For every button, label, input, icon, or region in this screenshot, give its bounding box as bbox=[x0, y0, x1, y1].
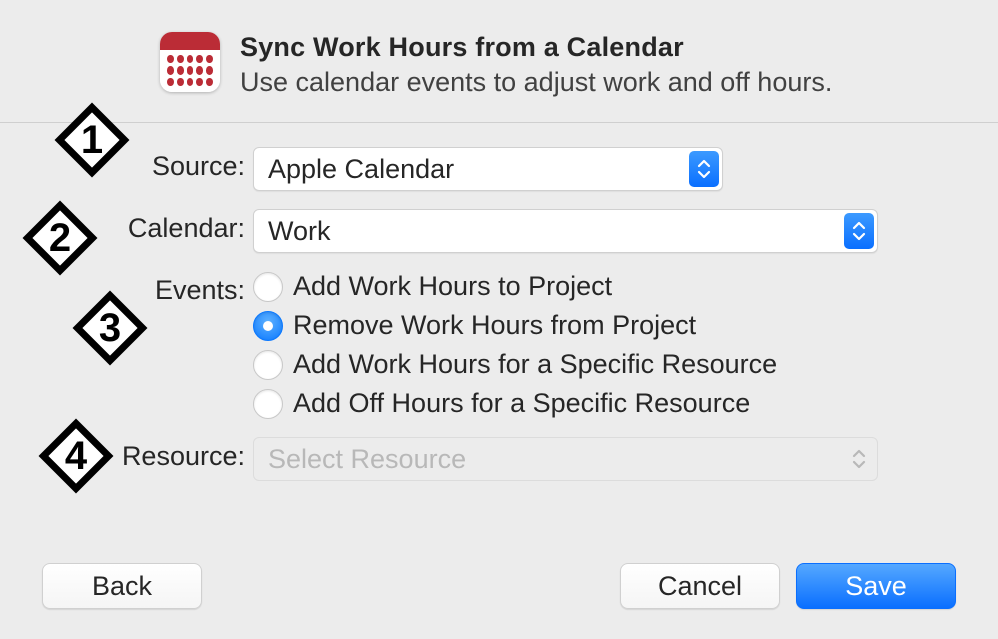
resource-label: Resource: bbox=[0, 437, 253, 472]
events-radio-option[interactable]: Add Off Hours for a Specific Resource bbox=[253, 388, 878, 419]
updown-icon bbox=[844, 213, 874, 249]
back-button-label: Back bbox=[92, 571, 152, 602]
save-button-label: Save bbox=[845, 571, 907, 602]
resource-popup: Select Resource bbox=[253, 437, 878, 481]
back-button[interactable]: Back bbox=[42, 563, 202, 609]
events-radio-option[interactable]: Add Work Hours for a Specific Resource bbox=[253, 349, 878, 380]
events-radio-option[interactable]: Remove Work Hours from Project bbox=[253, 310, 878, 341]
save-button[interactable]: Save bbox=[796, 563, 956, 609]
events-radio-label: Remove Work Hours from Project bbox=[293, 310, 696, 341]
events-radio-group: Add Work Hours to Project Remove Work Hou… bbox=[253, 271, 878, 419]
updown-icon bbox=[689, 151, 719, 187]
dialog-header: Sync Work Hours from a Calendar Use cale… bbox=[0, 0, 998, 122]
dialog-footer: Back Cancel Save bbox=[0, 563, 998, 639]
events-radio-label: Add Off Hours for a Specific Resource bbox=[293, 388, 750, 419]
source-value: Apple Calendar bbox=[268, 154, 454, 185]
radio-dot-icon bbox=[253, 389, 283, 419]
dialog-title: Sync Work Hours from a Calendar bbox=[240, 32, 832, 63]
source-label: Source: bbox=[0, 147, 253, 182]
events-label: Events: bbox=[0, 271, 253, 306]
radio-dot-icon bbox=[253, 350, 283, 380]
events-radio-option[interactable]: Add Work Hours to Project bbox=[253, 271, 878, 302]
calendar-popup[interactable]: Work bbox=[253, 209, 878, 253]
events-radio-label: Add Work Hours to Project bbox=[293, 271, 612, 302]
calendar-value: Work bbox=[268, 216, 331, 247]
updown-icon bbox=[844, 441, 874, 477]
cancel-button[interactable]: Cancel bbox=[620, 563, 780, 609]
radio-dot-icon bbox=[253, 311, 283, 341]
resource-placeholder: Select Resource bbox=[268, 444, 466, 475]
cancel-button-label: Cancel bbox=[658, 571, 742, 602]
radio-dot-icon bbox=[253, 272, 283, 302]
calendar-label: Calendar: bbox=[0, 209, 253, 244]
dialog-subtitle: Use calendar events to adjust work and o… bbox=[240, 67, 832, 98]
events-radio-label: Add Work Hours for a Specific Resource bbox=[293, 349, 777, 380]
form-body: Source: Apple Calendar Calendar: Work bbox=[0, 123, 998, 481]
source-popup[interactable]: Apple Calendar bbox=[253, 147, 723, 191]
calendar-icon bbox=[160, 32, 220, 92]
